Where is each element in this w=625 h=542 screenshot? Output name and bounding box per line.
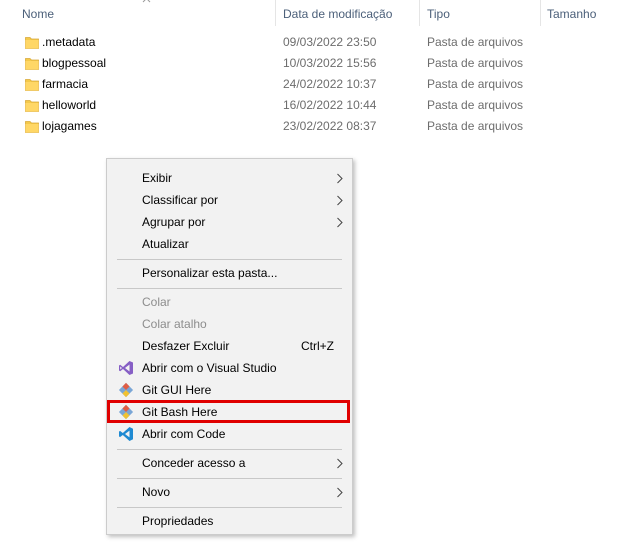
file-type: Pasta de arquivos (427, 35, 524, 49)
file-type: Pasta de arquivos (427, 77, 524, 91)
menu-item-atualizar[interactable]: Atualizar (107, 233, 352, 255)
column-header: Nome Data de modificação Tipo Tamanho (0, 0, 625, 26)
context-menu: Exibir Classificar por Agrupar por Atual… (106, 158, 353, 535)
chevron-right-icon (337, 195, 343, 206)
menu-separator (117, 288, 342, 289)
menu-item-git-gui[interactable]: Git GUI Here (107, 379, 352, 401)
column-divider[interactable] (275, 0, 276, 26)
menu-item-label: Abrir com Code (142, 427, 226, 441)
file-type: Pasta de arquivos (427, 98, 524, 112)
menu-item-label: Agrupar por (142, 215, 206, 229)
menu-item-classificar[interactable]: Classificar por (107, 189, 352, 211)
folder-icon (25, 79, 39, 91)
menu-item-propriedades[interactable]: Propriedades (107, 510, 352, 532)
menu-item-conceder[interactable]: Conceder acesso a (107, 452, 352, 474)
highlight-box (107, 400, 350, 423)
file-date: 23/02/2022 08:37 (283, 119, 377, 133)
file-date: 09/03/2022 23:50 (283, 35, 377, 49)
menu-item-label: Colar atalho (142, 317, 207, 331)
menu-item-label: Conceder acesso a (142, 456, 246, 470)
menu-item-label: Propriedades (142, 514, 214, 528)
menu-separator (117, 478, 342, 479)
menu-item-label: Abrir com o Visual Studio (142, 361, 277, 375)
menu-item-colar: Colar (107, 291, 352, 313)
file-name[interactable]: blogpessoal (42, 53, 106, 74)
shortcut-label: Ctrl+Z (301, 339, 334, 353)
folder-icon (25, 121, 39, 133)
file-name[interactable]: .metadata (42, 32, 95, 53)
menu-item-exibir[interactable]: Exibir (107, 167, 352, 189)
vscode-icon (119, 427, 133, 441)
menu-separator (117, 449, 342, 450)
menu-item-label: Git GUI Here (142, 383, 212, 397)
git-icon (118, 382, 134, 398)
menu-separator (117, 259, 342, 260)
menu-item-label: Novo (142, 485, 171, 499)
list-item[interactable]: blogpessoal 10/03/2022 15:56 Pasta de ar… (21, 53, 625, 74)
column-tipo[interactable]: Tipo (427, 0, 450, 26)
folder-icon (25, 58, 39, 70)
list-item[interactable]: .metadata 09/03/2022 23:50 Pasta de arqu… (21, 32, 625, 53)
file-name[interactable]: lojagames (42, 116, 97, 137)
folder-icon (25, 37, 39, 49)
menu-item-label: Classificar por (142, 193, 219, 207)
menu-item-colar-atalho: Colar atalho (107, 313, 352, 335)
menu-item-novo[interactable]: Novo (107, 481, 352, 503)
menu-item-vscode[interactable]: Abrir com Code (107, 423, 352, 445)
sort-up-icon (142, 0, 151, 3)
visual-studio-icon (119, 361, 133, 375)
menu-item-label: Colar (142, 295, 171, 309)
chevron-right-icon (337, 458, 343, 469)
column-divider[interactable] (419, 0, 420, 26)
file-date: 24/02/2022 10:37 (283, 77, 377, 91)
list-item[interactable]: lojagames 23/02/2022 08:37 Pasta de arqu… (21, 116, 625, 137)
menu-item-label: Personalizar esta pasta... (142, 266, 278, 280)
file-date: 10/03/2022 15:56 (283, 56, 377, 70)
list-item[interactable]: farmacia 24/02/2022 10:37 Pasta de arqui… (21, 74, 625, 95)
file-date: 16/02/2022 10:44 (283, 98, 377, 112)
menu-item-desfazer[interactable]: Desfazer Excluir Ctrl+Z (107, 335, 352, 357)
column-data-modificacao[interactable]: Data de modificação (283, 0, 392, 26)
file-name[interactable]: farmacia (42, 74, 88, 95)
menu-item-personalizar[interactable]: Personalizar esta pasta... (107, 262, 352, 284)
menu-item-label: Exibir (142, 171, 173, 185)
menu-item-label: Atualizar (142, 237, 189, 251)
menu-separator (117, 507, 342, 508)
column-tamanho[interactable]: Tamanho (547, 0, 596, 26)
file-type: Pasta de arquivos (427, 119, 524, 133)
menu-item-visual-studio[interactable]: Abrir com o Visual Studio (107, 357, 352, 379)
column-nome[interactable]: Nome (22, 0, 54, 26)
chevron-right-icon (337, 217, 343, 228)
column-divider[interactable] (540, 0, 541, 26)
folder-icon (25, 100, 39, 112)
chevron-right-icon (337, 173, 343, 184)
list-item[interactable]: helloworld 16/02/2022 10:44 Pasta de arq… (21, 95, 625, 116)
file-name[interactable]: helloworld (42, 95, 96, 116)
menu-item-label: Desfazer Excluir (142, 339, 230, 353)
file-type: Pasta de arquivos (427, 56, 524, 70)
menu-item-agrupar[interactable]: Agrupar por (107, 211, 352, 233)
chevron-right-icon (337, 487, 343, 498)
